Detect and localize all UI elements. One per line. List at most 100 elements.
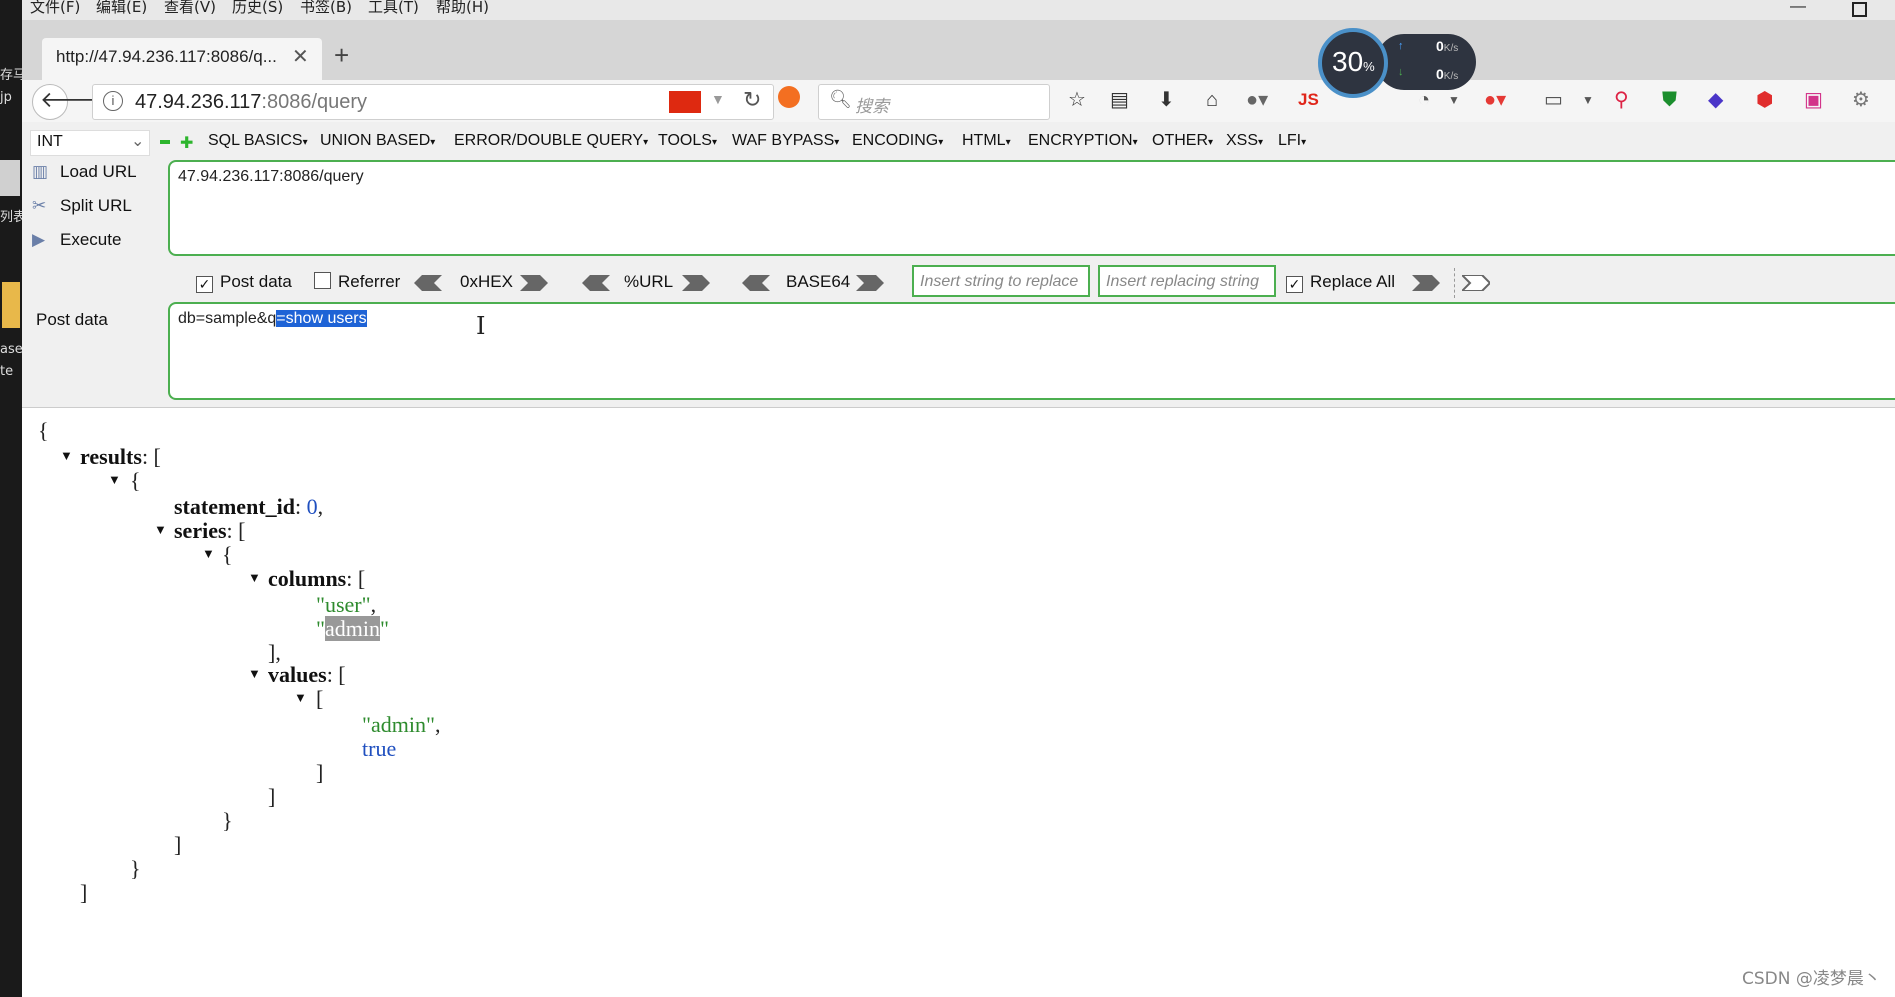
json-key: series bbox=[174, 518, 227, 543]
zoom-icon[interactable]: ⚲ bbox=[1614, 88, 1629, 112]
minimize-icon[interactable]: — bbox=[1790, 0, 1806, 16]
collapse-triangle-icon[interactable]: ▼ bbox=[60, 448, 73, 464]
browser-tab[interactable]: http://47.94.236.117:8086/q... ✕ bbox=[42, 38, 322, 80]
menu-union-based-label: UNION BASED bbox=[320, 132, 431, 149]
new-tab-button[interactable]: + bbox=[334, 40, 349, 71]
replace-input-placeholder: Insert string to replace bbox=[920, 273, 1079, 290]
json-key: statement_id bbox=[174, 494, 295, 519]
chevron-down-icon[interactable]: ▼ bbox=[1582, 88, 1594, 112]
menu-lfi[interactable]: LFI▾ bbox=[1278, 132, 1306, 150]
dropdown-icon[interactable]: ▼ bbox=[711, 91, 725, 107]
speed-widget[interactable]: ↑ ↓ 0K/s 0K/s 30% bbox=[1318, 28, 1478, 98]
collapse-triangle-icon[interactable]: ▼ bbox=[202, 546, 215, 562]
json-string: "user" bbox=[316, 592, 371, 617]
url-encode-button[interactable] bbox=[682, 275, 710, 291]
download-icon[interactable]: ⬇ bbox=[1158, 88, 1175, 112]
execute-button[interactable]: ▶ Execute bbox=[32, 230, 121, 250]
play-icon: ▶ bbox=[32, 230, 46, 249]
json-quote: " bbox=[379, 616, 389, 641]
menu-tools[interactable]: TOOLS▾ bbox=[658, 132, 717, 150]
reload-icon[interactable]: ↻ bbox=[743, 87, 761, 113]
extension-icon[interactable]: ▣ bbox=[1804, 88, 1823, 112]
json-key: results bbox=[80, 444, 142, 469]
menu-encryption[interactable]: ENCRYPTION▾ bbox=[1028, 132, 1138, 150]
menu-bookmarks[interactable]: 书签(B) bbox=[300, 0, 352, 17]
json-line: "admin" bbox=[316, 616, 389, 642]
collapse-triangle-icon[interactable]: ▼ bbox=[154, 522, 167, 538]
minus-icon[interactable] bbox=[160, 140, 170, 144]
type-select[interactable]: INT ⌄ bbox=[30, 130, 150, 156]
maximize-icon[interactable] bbox=[1852, 2, 1867, 17]
load-url-button[interactable]: ▥ Load URL bbox=[32, 162, 137, 182]
reader-icon[interactable]: ▤ bbox=[1110, 88, 1129, 112]
menu-sql-basics[interactable]: SQL BASICS▾ bbox=[208, 132, 308, 150]
scroll-handle[interactable] bbox=[0, 160, 20, 196]
load-icon: ▥ bbox=[32, 162, 49, 181]
load-url-label: Load URL bbox=[60, 162, 137, 181]
close-icon[interactable]: ✕ bbox=[292, 44, 309, 69]
collapse-triangle-icon[interactable]: ▼ bbox=[108, 472, 121, 488]
json-line: ] bbox=[174, 832, 182, 857]
navigation-bar: 🡐 i 47.94.236.117:8086/query ▼ ↻ 🔍︎ 搜索 ☆… bbox=[22, 80, 1895, 123]
menu-xss-label: XSS bbox=[1226, 132, 1259, 149]
replace-next-button[interactable] bbox=[1459, 274, 1492, 292]
replacing-input[interactable]: Insert replacing string bbox=[1098, 265, 1276, 297]
js-icon[interactable]: JS bbox=[1298, 88, 1319, 112]
type-select-value: INT bbox=[37, 133, 63, 150]
collapse-triangle-icon[interactable]: ▼ bbox=[248, 570, 261, 586]
menu-encoding-label: ENCODING bbox=[852, 132, 939, 149]
referrer-checkbox[interactable]: Referrer bbox=[314, 272, 400, 292]
menu-edit[interactable]: 编辑(E) bbox=[96, 0, 147, 17]
replace-button[interactable] bbox=[1412, 275, 1440, 291]
base64-decode-button[interactable] bbox=[742, 275, 770, 291]
hackbar-icon[interactable]: ●▾ bbox=[1484, 88, 1506, 112]
menu-encoding[interactable]: ENCODING▾ bbox=[852, 132, 943, 150]
shield-icon[interactable]: ⛊ bbox=[1662, 88, 1677, 112]
menu-history[interactable]: 历史(S) bbox=[232, 0, 283, 17]
menu-tools-label: TOOLS bbox=[658, 132, 712, 149]
globe-icon[interactable]: ●▾ bbox=[1246, 88, 1268, 112]
menu-other[interactable]: OTHER▾ bbox=[1152, 132, 1213, 150]
flag-icon[interactable] bbox=[669, 91, 701, 113]
percent-value: 30 bbox=[1332, 46, 1364, 77]
folder-icon[interactable] bbox=[2, 282, 20, 328]
menu-file[interactable]: 文件(F) bbox=[30, 0, 80, 17]
desktop-label: 存马 bbox=[0, 68, 22, 83]
url-decode-button[interactable] bbox=[582, 275, 610, 291]
menu-view[interactable]: 查看(V) bbox=[164, 0, 216, 17]
collapse-triangle-icon[interactable]: ▼ bbox=[294, 690, 307, 706]
base64-label: BASE64 bbox=[786, 272, 851, 291]
back-button[interactable]: 🡐 bbox=[32, 84, 99, 120]
diamond-icon[interactable]: ◆ bbox=[1708, 88, 1723, 112]
adblock-icon[interactable]: ⬢ bbox=[1756, 88, 1773, 112]
menu-waf-bypass[interactable]: WAF BYPASS▾ bbox=[732, 132, 839, 150]
device-icon[interactable]: ▭ bbox=[1544, 88, 1563, 112]
url-textarea[interactable]: 47.94.236.117:8086/query bbox=[168, 160, 1895, 256]
star-icon[interactable]: ☆ bbox=[1068, 88, 1086, 112]
json-key: columns bbox=[268, 566, 347, 591]
settings-icon[interactable]: ⚙ bbox=[1852, 88, 1870, 112]
post-data-checkbox[interactable]: ✓ Post data bbox=[196, 272, 292, 293]
search-box[interactable]: 🔍︎ 搜索 bbox=[818, 84, 1050, 120]
replace-all-checkbox[interactable]: ✓ Replace All bbox=[1286, 272, 1395, 293]
menu-xss[interactable]: XSS▾ bbox=[1226, 132, 1263, 150]
hex-decode-button[interactable] bbox=[414, 275, 442, 291]
base64-encode-button[interactable] bbox=[856, 275, 884, 291]
json-line: } bbox=[222, 808, 233, 833]
replace-input[interactable]: Insert string to replace bbox=[912, 265, 1090, 297]
hex-encode-button[interactable] bbox=[520, 275, 548, 291]
scissors-icon: ✂ bbox=[32, 196, 47, 215]
menu-union-based[interactable]: UNION BASED▾ bbox=[320, 132, 435, 150]
menu-tools[interactable]: 工具(T) bbox=[368, 0, 419, 17]
collapse-triangle-icon[interactable]: ▼ bbox=[248, 666, 261, 682]
home-icon[interactable]: ⌂ bbox=[1206, 88, 1218, 112]
block-icon[interactable] bbox=[778, 86, 800, 108]
menu-error-double-query[interactable]: ERROR/DOUBLE QUERY▾ bbox=[454, 132, 648, 150]
menu-help[interactable]: 帮助(H) bbox=[436, 0, 489, 17]
post-data-textarea[interactable]: db=sample&q=show users bbox=[168, 302, 1895, 400]
menu-html[interactable]: HTML▾ bbox=[962, 132, 1011, 150]
address-bar[interactable]: i 47.94.236.117:8086/query ▼ ↻ bbox=[92, 84, 774, 120]
hackbar-panel: INT ⌄ ✚ SQL BASICS▾ UNION BASED▾ ERROR/D… bbox=[22, 122, 1895, 408]
split-url-button[interactable]: ✂ Split URL bbox=[32, 196, 132, 216]
plus-icon[interactable]: ✚ bbox=[180, 133, 193, 153]
